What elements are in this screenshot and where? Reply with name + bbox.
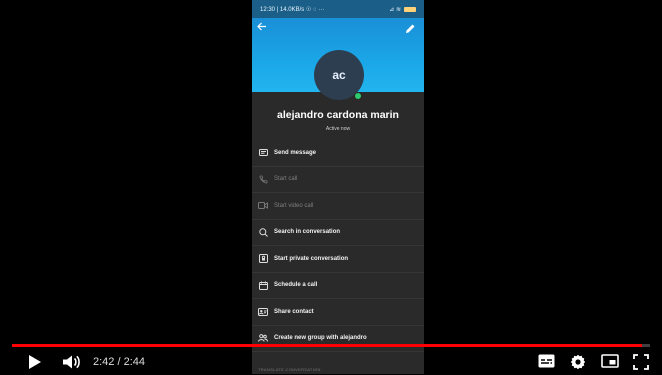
play-icon[interactable] xyxy=(28,354,42,375)
progress-bar-played xyxy=(12,344,643,347)
online-presence-dot xyxy=(354,92,362,100)
send-message-item[interactable]: Send message xyxy=(252,140,424,167)
contact-card-icon xyxy=(258,307,268,317)
search-icon xyxy=(258,227,268,237)
subtitles-icon[interactable] xyxy=(538,354,555,373)
search-in-conversation-item[interactable]: Search in conversation xyxy=(252,220,424,246)
phone-status-bar: 12:30 | 14.0KB/s ☉ ◌ ··· ⊿ ≋ xyxy=(252,0,424,18)
schedule-a-call-item[interactable]: Schedule a call xyxy=(252,273,424,299)
status-bar-right: ⊿ ≋ xyxy=(389,6,416,13)
signal-wifi-icon: ⊿ ≋ xyxy=(389,6,401,13)
start-call-label: Start call xyxy=(274,176,298,183)
settings-gear-icon[interactable] xyxy=(570,354,586,375)
contact-status: Active now xyxy=(325,126,351,132)
message-icon xyxy=(258,148,268,158)
time-display: 2:42 / 2:44 xyxy=(93,356,145,368)
calendar-icon xyxy=(258,280,268,290)
start-video-call-label: Start video call xyxy=(274,202,314,209)
create-new-group-item[interactable]: Create new group with alejandro xyxy=(252,326,424,352)
battery-icon xyxy=(404,6,416,12)
status-bar-left: 12:30 | 14.0KB/s ☉ ◌ ··· xyxy=(260,6,325,13)
video-player[interactable]: 12:30 | 14.0KB/s ☉ ◌ ··· ⊿ ≋ ac alejandr… xyxy=(0,0,662,374)
video-icon xyxy=(258,201,268,211)
volume-icon[interactable] xyxy=(62,354,82,375)
contact-name: alejandro cardona marin xyxy=(277,109,399,121)
start-private-conversation-item[interactable]: Start private conversation xyxy=(252,246,424,273)
share-contact-item[interactable]: Share contact xyxy=(252,299,424,326)
start-video-call-item[interactable]: Start video call xyxy=(252,193,424,220)
start-call-item[interactable]: Start call xyxy=(252,167,424,193)
avatar-initials: ac xyxy=(332,68,346,82)
player-controls: 2:42 / 2:44 xyxy=(0,350,662,374)
create-new-group-label: Create new group with alejandro xyxy=(274,335,367,342)
profile-actions-menu: Send message Start call Start video call… xyxy=(252,140,424,352)
fullscreen-icon[interactable] xyxy=(633,354,649,375)
edit-pencil-icon[interactable] xyxy=(404,22,416,34)
back-arrow-icon[interactable] xyxy=(257,22,267,34)
share-contact-label: Share contact xyxy=(274,308,314,315)
phone-screen: 12:30 | 14.0KB/s ☉ ◌ ··· ⊿ ≋ ac alejandr… xyxy=(252,0,424,374)
progress-bar[interactable] xyxy=(12,344,650,347)
group-icon xyxy=(258,333,268,343)
miniplayer-icon[interactable] xyxy=(601,354,619,373)
send-message-label: Send message xyxy=(274,149,317,156)
phone-icon xyxy=(258,174,268,184)
search-in-conversation-label: Search in conversation xyxy=(274,229,341,236)
start-private-conversation-label: Start private conversation xyxy=(274,255,349,262)
lock-icon xyxy=(258,254,268,264)
schedule-a-call-label: Schedule a call xyxy=(274,282,318,289)
